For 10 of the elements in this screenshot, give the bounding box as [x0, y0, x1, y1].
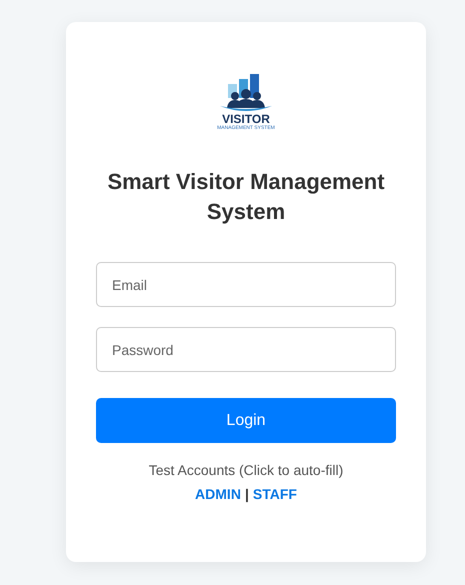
account-link[interactable]: STAFF [252, 486, 297, 502]
page-title: Smart Visitor Management System [106, 168, 386, 226]
input-field[interactable]: Email [96, 262, 396, 307]
input-field[interactable]: Password [96, 327, 396, 372]
logo-icon [218, 74, 274, 112]
account-link[interactable]: ADMIN [195, 486, 241, 502]
logo-title: VISITOR [222, 113, 270, 125]
separator: | [244, 486, 249, 502]
login-button[interactable]: Login [96, 398, 396, 443]
test-accounts-caption: Test Accounts (Click to auto-fill) [148, 462, 344, 478]
